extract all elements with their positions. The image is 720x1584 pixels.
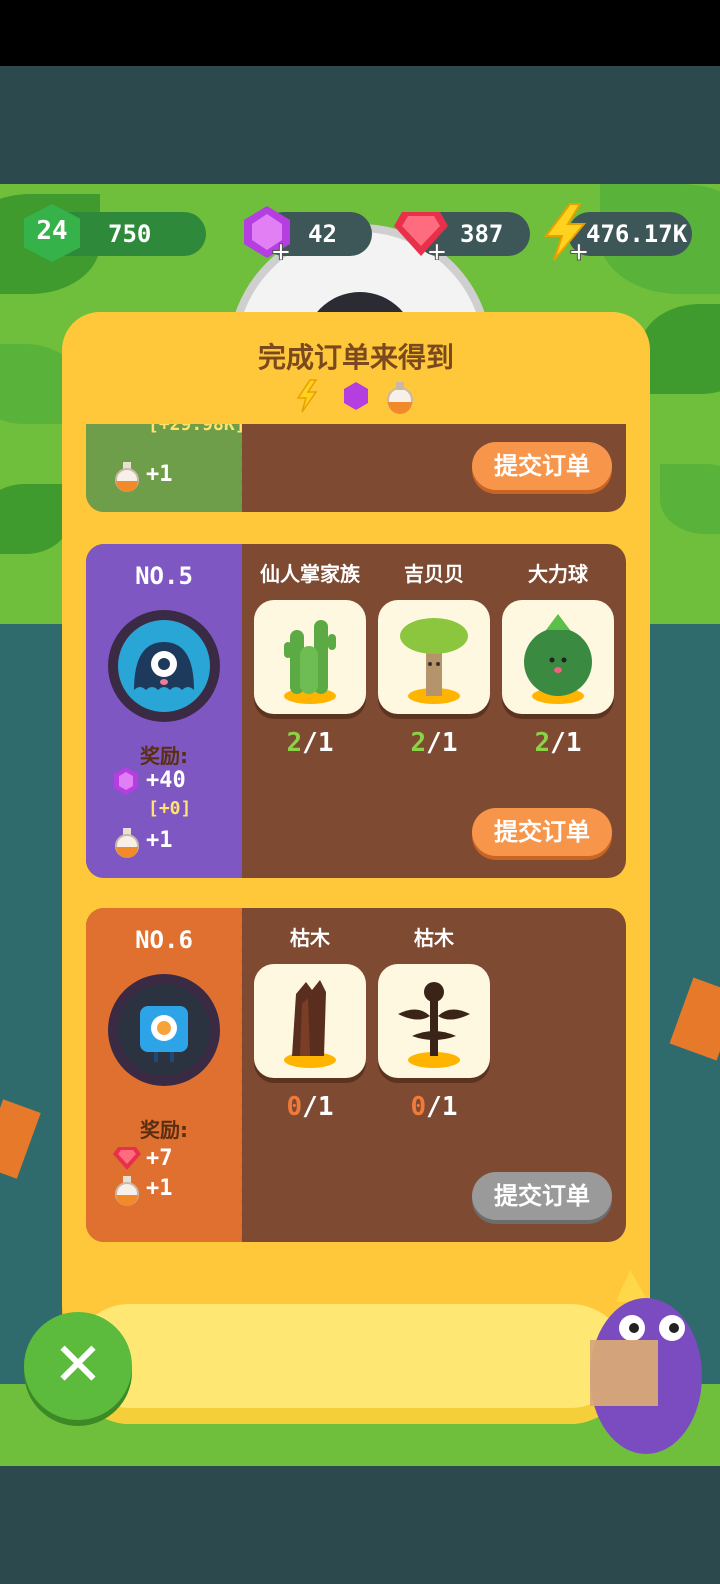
leaf-decoration — [660, 464, 720, 534]
energy-value: 476.17K — [586, 220, 688, 248]
item-name: 枯木 — [414, 926, 454, 950]
order-card-partial: [+29.98K] +1 提交订单 — [86, 424, 626, 512]
level-value: 24 — [36, 216, 68, 246]
energy-icon[interactable]: + — [540, 202, 590, 262]
monster-avatar — [108, 974, 220, 1086]
card-perforation — [236, 908, 246, 1242]
item-name: 大力球 — [528, 562, 588, 586]
potion-icon — [115, 1176, 139, 1206]
item-have: 0 — [410, 1092, 427, 1122]
dead-tree-icon — [398, 982, 470, 1068]
item-need: /1 — [550, 728, 582, 758]
svg-text:+: + — [270, 237, 292, 260]
item-name: 仙人掌家族 — [260, 562, 360, 586]
bottom-background — [0, 1466, 720, 1584]
blue-monster-icon — [134, 642, 194, 690]
xp-value: 750 — [108, 220, 152, 248]
gem-icon — [114, 767, 138, 795]
item-need: /1 — [426, 1092, 458, 1122]
energy-icon — [296, 379, 318, 413]
item-slot[interactable] — [378, 600, 490, 714]
item-slot[interactable] — [254, 964, 366, 1078]
dead-wood-icon — [284, 980, 336, 1068]
card-perforation — [236, 544, 246, 878]
gem-value: 42 — [308, 220, 337, 248]
item-have: 2 — [534, 728, 551, 758]
item-name: 吉贝贝 — [404, 562, 464, 586]
order-card-6: NO.6 奖励: +7 +1 枯木 枯木 0/1 0/1 提交订单 — [86, 908, 626, 1242]
top-background — [0, 66, 720, 184]
item-slot[interactable] — [502, 600, 614, 714]
leaf-decoration — [640, 304, 720, 394]
reward-label: 奖励: — [140, 1118, 188, 1142]
ruby-value: 387 — [460, 220, 504, 248]
ruby-icon[interactable]: + — [392, 206, 450, 260]
dino-mascot-icon — [590, 1270, 702, 1454]
panel-reward-icons — [296, 379, 413, 414]
leaf-decoration — [0, 484, 70, 554]
potion-value: +1 — [146, 828, 173, 853]
order-number: NO.6 — [135, 926, 193, 954]
item-need: /1 — [302, 728, 334, 758]
item-need: /1 — [426, 728, 458, 758]
submit-order-button-disabled[interactable]: 提交订单 — [472, 1172, 612, 1220]
item-progress: 2/1 — [254, 728, 366, 758]
item-progress: 0/1 — [378, 1092, 490, 1122]
gem-reward-value: +40 — [146, 768, 186, 793]
close-icon: ✕ — [52, 1330, 104, 1400]
ceiba-tree-icon — [400, 618, 468, 704]
item-slot[interactable] — [254, 600, 366, 714]
potion-reward: +1 — [112, 826, 173, 858]
avatar-inner — [118, 620, 210, 712]
item-have: 2 — [286, 728, 303, 758]
ruby-reward: +7 — [112, 1144, 173, 1174]
power-ball-icon — [524, 614, 592, 704]
ruby-icon — [113, 1147, 141, 1170]
item-have: 0 — [286, 1092, 303, 1122]
card-perforation — [236, 424, 246, 512]
panel-title: 完成订单来得到 — [257, 341, 454, 374]
item-have: 2 — [410, 728, 427, 758]
monster-avatar — [108, 610, 220, 722]
potion-icon — [115, 462, 139, 492]
reward-label: 奖励: — [140, 744, 188, 768]
item-slot[interactable] — [378, 964, 490, 1078]
avatar-inner — [118, 984, 210, 1076]
item-name: 枯木 — [290, 926, 330, 950]
item-progress: 2/1 — [378, 728, 490, 758]
item-progress: 2/1 — [502, 728, 614, 758]
potion-reward: +1 — [112, 1174, 173, 1206]
gem-icon — [344, 382, 368, 410]
submit-order-button[interactable]: 提交订单 — [472, 808, 612, 856]
svg-text:+: + — [426, 237, 448, 260]
potion-reward: +1 — [112, 460, 173, 492]
blue-robot-monster-icon — [140, 1006, 188, 1062]
gem-bonus: [+0] — [148, 798, 192, 819]
order-card-5: NO.5 奖励: +40 [+0] +1 仙人掌家族 吉贝贝 大力球 2/1 2… — [86, 544, 626, 878]
order-list[interactable]: [+29.98K] +1 提交订单 NO.5 奖励: +40 [+0] +1 仙… — [86, 424, 628, 1244]
potion-icon — [115, 828, 139, 858]
item-progress: 0/1 — [254, 1092, 366, 1122]
gem-icon[interactable]: + — [240, 204, 294, 260]
order-number: NO.5 — [135, 562, 193, 590]
potion-value: +1 — [146, 1176, 173, 1201]
submit-order-button[interactable]: 提交订单 — [472, 442, 612, 490]
item-need: /1 — [302, 1092, 334, 1122]
svg-text:+: + — [568, 237, 590, 262]
potion-value: +1 — [146, 462, 173, 487]
gem-reward: +40 — [112, 766, 186, 796]
bottom-bar — [70, 1304, 630, 1424]
energy-bonus: [+29.98K] — [148, 424, 246, 435]
cactus-family-icon — [284, 620, 336, 704]
ruby-reward-value: +7 — [146, 1146, 173, 1171]
close-button[interactable]: ✕ — [24, 1312, 132, 1420]
